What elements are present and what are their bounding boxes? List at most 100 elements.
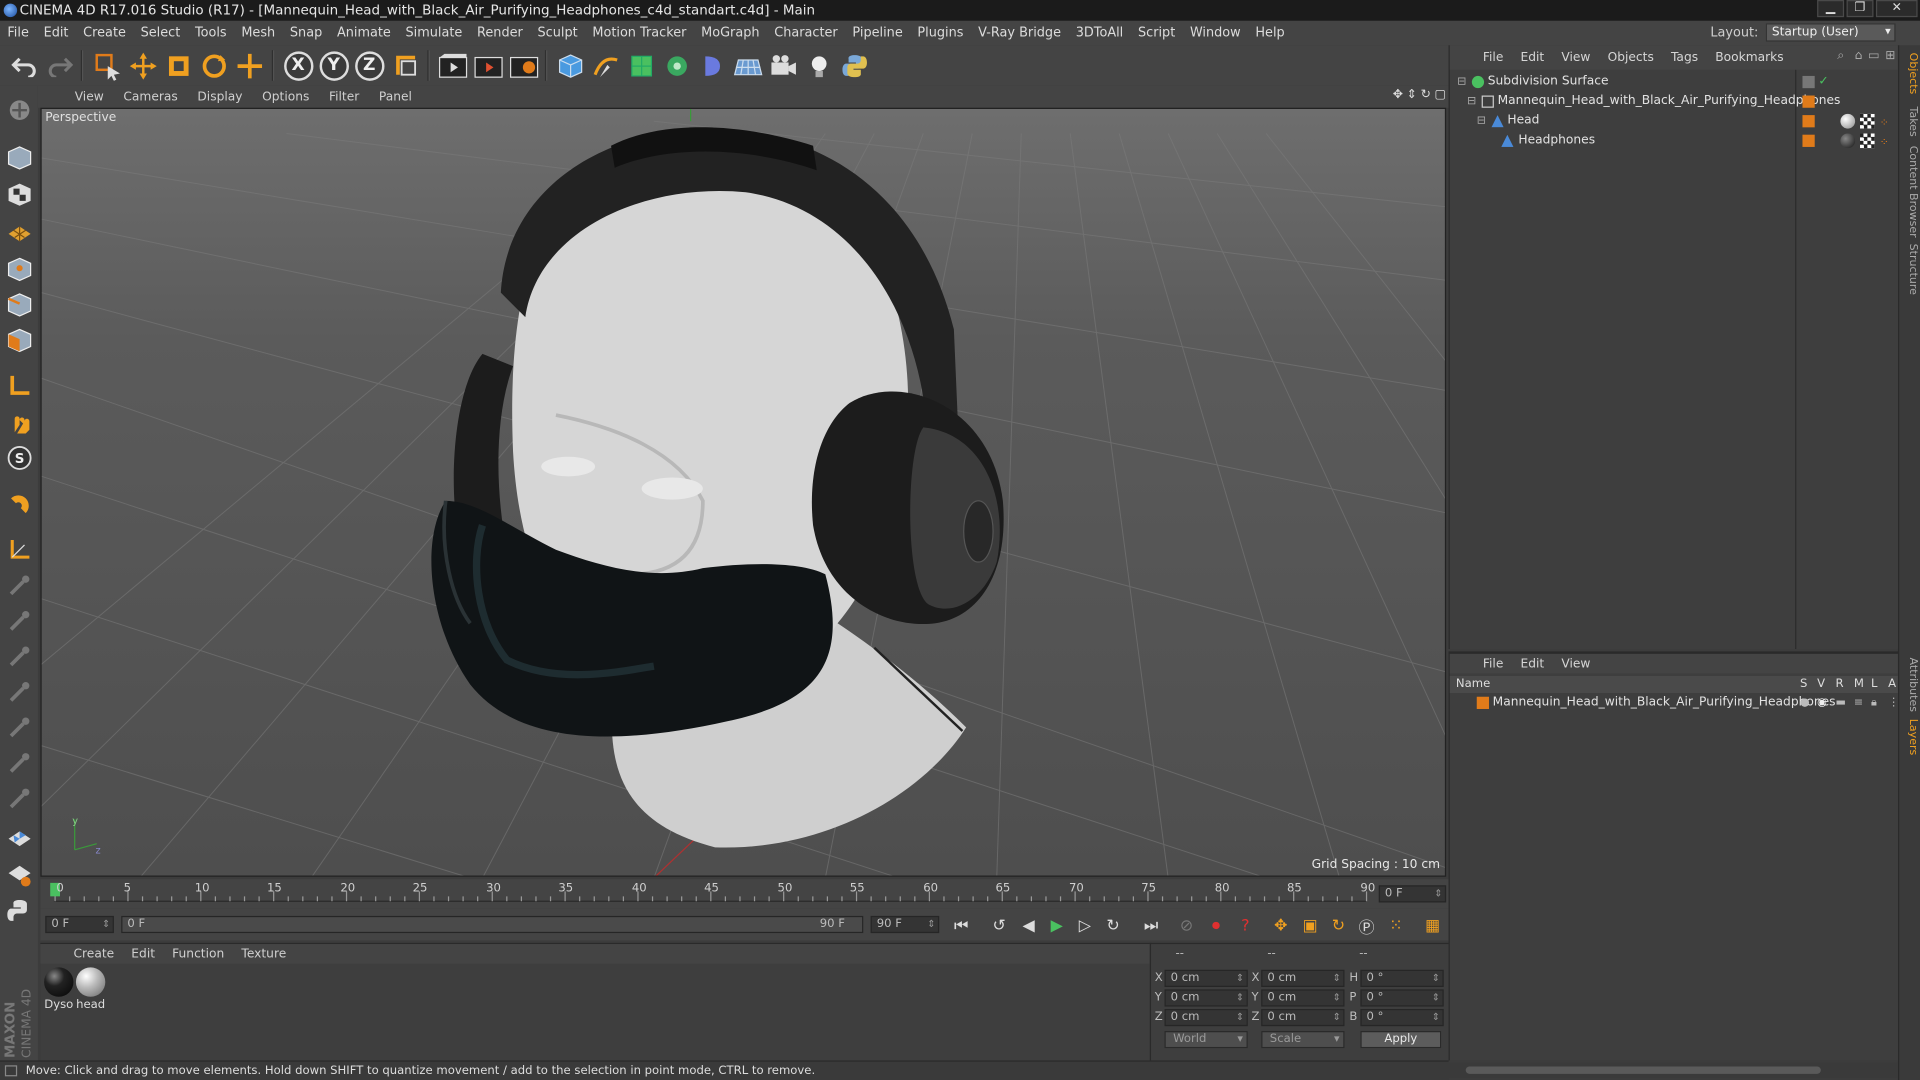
paint-grid-icon[interactable] xyxy=(2,857,35,890)
rotate-view-icon[interactable]: ↻ xyxy=(1421,88,1431,101)
menu-file[interactable]: File xyxy=(0,26,36,41)
menu-vray-bridge[interactable]: V-Ray Bridge xyxy=(971,26,1069,41)
play-forward-icon[interactable]: ▶ xyxy=(1044,913,1068,937)
layer-color-icon[interactable] xyxy=(1802,134,1815,147)
material-menu-function[interactable]: Function xyxy=(164,947,233,960)
axis-mode-icon[interactable] xyxy=(2,369,35,402)
material-tag-head-icon[interactable] xyxy=(1840,113,1856,129)
layer-lock-icon[interactable]: 🔒︎ xyxy=(1871,693,1877,713)
model-mode-icon[interactable] xyxy=(2,141,35,174)
menu-render[interactable]: Render xyxy=(470,26,530,41)
x-axis-lock-button[interactable]: X xyxy=(282,49,315,82)
home-icon[interactable]: ⌂ xyxy=(1855,49,1863,62)
render-settings-icon[interactable] xyxy=(507,49,540,82)
magnet-icon[interactable] xyxy=(2,487,35,520)
menu-plugins[interactable]: Plugins xyxy=(910,26,971,41)
record-keys-icon[interactable]: ⊘ xyxy=(1174,913,1198,937)
layer-manager-icon[interactable]: ≡ xyxy=(1854,693,1863,713)
rotation-key-icon[interactable]: ↻ xyxy=(1326,913,1350,937)
close-button[interactable]: ✕ xyxy=(1875,0,1918,18)
go-to-previous-key-icon[interactable]: ↺ xyxy=(987,913,1011,937)
frame-range-slider[interactable]: 0 F 90 F xyxy=(121,915,864,934)
object-row-subdivision-surface[interactable]: ⊟ Subdivision Surface ✓ xyxy=(1450,72,1899,92)
viewport-menu-display[interactable]: Display xyxy=(188,90,253,103)
undo-icon[interactable] xyxy=(7,49,40,82)
side-tab-content-browser[interactable]: Content Browser xyxy=(1902,146,1919,238)
coordinate-space-dropdown[interactable]: World xyxy=(1164,1031,1248,1049)
maximize-button[interactable]: ❐ xyxy=(1846,0,1874,18)
polygon-mode-icon[interactable] xyxy=(2,323,35,356)
render-to-picture-viewer-icon[interactable] xyxy=(471,49,504,82)
material-menu-texture[interactable]: Texture xyxy=(233,947,295,960)
layer-horizontal-scrollbar[interactable] xyxy=(1448,1062,1898,1078)
light-icon[interactable] xyxy=(802,49,835,82)
side-tab-objects[interactable]: Objects xyxy=(1902,53,1919,95)
coordinate-system-icon[interactable] xyxy=(389,49,422,82)
side-tab-layers[interactable]: Layers xyxy=(1902,719,1919,755)
pos-z-field[interactable]: 0 cm xyxy=(1164,1008,1248,1027)
scale-tool-icon[interactable] xyxy=(162,49,195,82)
move-tool-icon[interactable] xyxy=(126,49,159,82)
layout-dropdown[interactable]: Startup (User) xyxy=(1765,23,1896,42)
uvw-tag-icon[interactable] xyxy=(1860,133,1875,149)
python-icon[interactable] xyxy=(838,49,871,82)
size-mode-dropdown[interactable]: Scale xyxy=(1261,1031,1345,1049)
expand-icon[interactable]: ⊟ xyxy=(1477,111,1486,131)
menu-character[interactable]: Character xyxy=(767,26,845,41)
viewport-menu-options[interactable]: Options xyxy=(252,90,319,103)
pos-y-field[interactable]: 0 cm xyxy=(1164,989,1248,1007)
subdivision-surface-icon[interactable] xyxy=(624,49,657,82)
layer-color-icon[interactable] xyxy=(1802,115,1815,128)
viewport-menu-cameras[interactable]: Cameras xyxy=(114,90,188,103)
layer-menu-view[interactable]: View xyxy=(1553,657,1599,670)
rotate-tool-icon[interactable] xyxy=(197,49,230,82)
object-menu-view[interactable]: View xyxy=(1553,51,1599,64)
redo-icon[interactable] xyxy=(43,49,76,82)
viewport-camera-label[interactable]: Perspective xyxy=(45,111,116,124)
layer-color-icon[interactable] xyxy=(1802,95,1815,108)
viewport-menu-filter[interactable]: Filter xyxy=(319,90,369,103)
layer-menu-file[interactable]: File xyxy=(1474,657,1512,670)
object-menu-edit[interactable]: Edit xyxy=(1512,51,1553,64)
3d-viewport[interactable]: y z Perspective Grid Spacing : 10 cm xyxy=(40,107,1447,877)
object-row-mannequin[interactable]: ⊟ Mannequin_Head_with_Black_Air_Purifyin… xyxy=(1450,92,1899,112)
phong-tag-icon[interactable]: ⁘ xyxy=(1880,114,1892,130)
menu-edit[interactable]: Edit xyxy=(36,26,76,41)
timeline-window-icon[interactable]: ▦ xyxy=(1420,913,1444,937)
size-x-field[interactable]: 0 cm xyxy=(1261,969,1345,987)
sculpt-brush-5-icon[interactable] xyxy=(2,710,35,743)
scale-key-icon[interactable]: ▣ xyxy=(1298,913,1322,937)
point-level-key-icon[interactable]: ⁙ xyxy=(1384,913,1408,937)
snap-icon[interactable]: S xyxy=(2,441,35,474)
spline-pen-icon[interactable] xyxy=(589,49,622,82)
menu-sculpt[interactable]: Sculpt xyxy=(530,26,585,41)
menu-create[interactable]: Create xyxy=(76,26,133,41)
material-menu-create[interactable]: Create xyxy=(65,947,123,960)
y-axis-lock-button[interactable]: Y xyxy=(317,49,350,82)
python-script-icon[interactable] xyxy=(2,894,35,927)
go-to-start-icon[interactable]: ⏮ xyxy=(949,913,973,937)
sculpt-brush-7-icon[interactable] xyxy=(2,781,35,814)
menu-mograph[interactable]: MoGraph xyxy=(694,26,767,41)
object-row-headphones[interactable]: Headphones ⁘ xyxy=(1450,131,1899,151)
go-to-next-key-icon[interactable]: ↻ xyxy=(1101,913,1125,937)
cube-primitive-icon[interactable] xyxy=(553,49,586,82)
rot-p-field[interactable]: 0 ° xyxy=(1360,989,1444,1007)
sculpt-brush-1-icon[interactable] xyxy=(2,568,35,601)
menu-simulate[interactable]: Simulate xyxy=(398,26,470,41)
point-mode-icon[interactable] xyxy=(2,252,35,285)
expand-icon[interactable]: ⊟ xyxy=(1467,92,1476,112)
rot-h-field[interactable]: 0 ° xyxy=(1360,969,1444,987)
menu-mesh[interactable]: Mesh xyxy=(234,26,283,41)
pin-icon[interactable]: ⊞ xyxy=(1885,49,1895,62)
new-window-icon[interactable]: ▭ xyxy=(1868,49,1880,62)
object-menu-objects[interactable]: Objects xyxy=(1599,51,1662,64)
scrollbar-thumb[interactable] xyxy=(1465,1066,1821,1074)
material-tag-dyso-icon[interactable] xyxy=(1840,133,1856,149)
maximize-view-icon[interactable]: ▢ xyxy=(1435,88,1447,101)
tweak-mode-icon[interactable] xyxy=(2,404,35,437)
menu-animate[interactable]: Animate xyxy=(330,26,399,41)
camera-icon[interactable] xyxy=(767,49,800,82)
dolly-view-icon[interactable]: ⇕ xyxy=(1407,88,1417,101)
uvw-tag-icon[interactable] xyxy=(1860,113,1875,129)
